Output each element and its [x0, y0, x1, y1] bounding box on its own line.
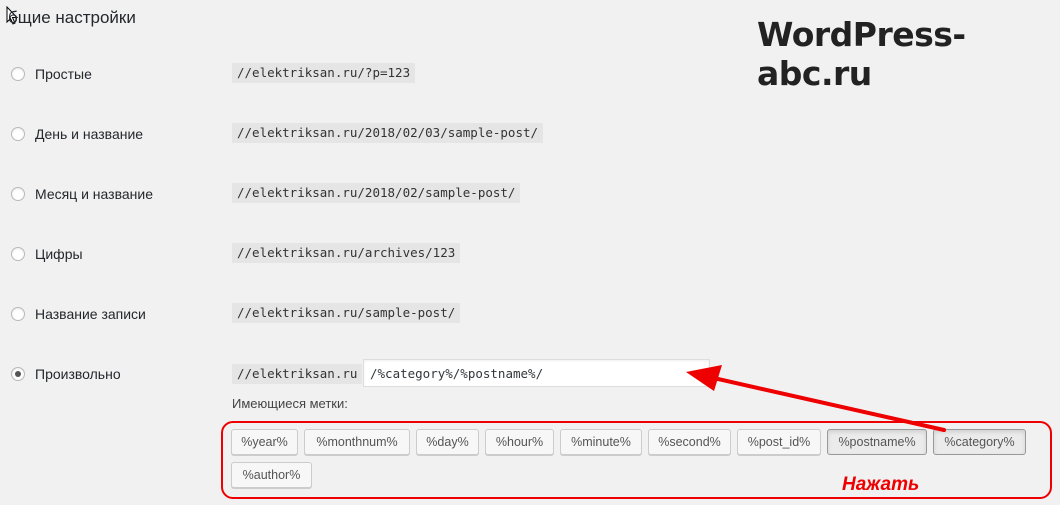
annotation-arrow-icon: [686, 365, 946, 432]
annotation-text: Нажать: [842, 474, 920, 495]
